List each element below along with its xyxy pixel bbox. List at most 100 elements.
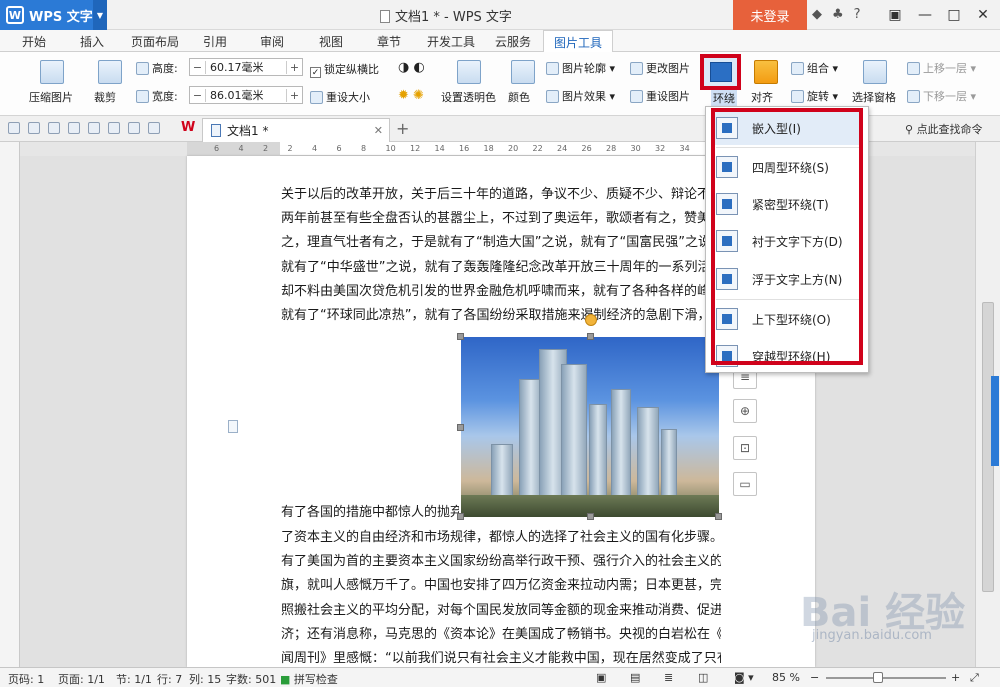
horizontal-ruler[interactable]: 6 4 2 2 4 6 8 10 12 14 16 18 20 22 24 26 28 30 32 34 — [187, 142, 727, 156]
shirt-icon[interactable]: ♣ — [832, 7, 844, 22]
tab-review[interactable]: 审阅 — [260, 33, 284, 50]
zoom-slider[interactable] — [826, 677, 946, 679]
menu-item-behind-text[interactable]: 衬于文字下方(D) — [712, 224, 862, 258]
zoom-out-icon[interactable]: − — [810, 671, 819, 684]
contrast-icons[interactable]: ◑ ◐ — [398, 60, 425, 75]
lock-ratio-checkbox[interactable]: ✓ 锁定纵横比 — [310, 61, 379, 78]
tab-reference[interactable]: 引用 — [203, 33, 227, 50]
document-tab[interactable]: 文档1 * ✕ — [202, 118, 390, 142]
width-decrease[interactable]: − — [190, 88, 206, 102]
maximize-button[interactable]: □ — [939, 0, 969, 30]
tab-cloud[interactable]: 云服务 — [495, 33, 531, 50]
fullscreen-icon[interactable]: ▣ — [596, 671, 606, 684]
chevron-down-icon[interactable]: ▼ — [93, 0, 107, 30]
picture-effect-button[interactable]: 图片效果 ▾ — [546, 88, 615, 104]
zoom-in-icon[interactable]: ⊕ — [733, 399, 757, 423]
width-value[interactable]: 86.01毫米 — [206, 87, 286, 103]
zoom-in-button[interactable]: + — [951, 671, 960, 684]
group-button[interactable]: 组合 ▾ — [791, 60, 838, 76]
width-increase[interactable]: + — [286, 88, 302, 102]
crop-label[interactable]: 裁剪 — [94, 89, 116, 105]
width-field[interactable]: − 86.01毫米 + — [189, 86, 303, 104]
print-preview-icon[interactable] — [48, 122, 60, 134]
tab-page-layout[interactable]: 页面布局 — [131, 33, 179, 50]
export-pdf-icon[interactable] — [88, 122, 100, 134]
minimize-button[interactable]: — — [910, 0, 940, 30]
close-button[interactable]: ✕ — [968, 0, 998, 30]
height-increase[interactable]: + — [286, 60, 302, 74]
resize-handle[interactable] — [587, 333, 594, 340]
restore-icon[interactable]: ▣ — [880, 0, 910, 30]
reading-mode-icon[interactable]: ◙ ▾ — [734, 671, 754, 684]
print-icon[interactable] — [68, 122, 80, 134]
help-icon[interactable]: ? — [854, 7, 861, 22]
menu-item-square[interactable]: 四周型环绕(S) — [712, 150, 862, 184]
selection-pane-icon[interactable] — [863, 60, 887, 84]
text-line-mid[interactable]: 有了各国的措施中都惊人的抛弃 — [281, 501, 459, 525]
tab-view[interactable]: 视图 — [319, 33, 343, 50]
page-view-icon[interactable]: ▤ — [630, 671, 640, 684]
send-backward-button[interactable]: 下移一层 ▾ — [907, 88, 976, 104]
tab-insert[interactable]: 插入 — [80, 33, 104, 50]
resize-handle[interactable] — [457, 424, 464, 431]
text-bottom[interactable]: 了资本主义的自由经济和市场规律，都惊人的选择了社会主义的国有化步骤。就 有了美国… — [281, 526, 721, 671]
resize-handle[interactable] — [715, 513, 722, 520]
compress-picture-icon[interactable] — [40, 60, 64, 84]
resize-handle[interactable] — [587, 513, 594, 520]
undo-icon[interactable] — [108, 122, 120, 134]
outline-view-icon[interactable]: ≣ — [664, 671, 673, 684]
change-picture-button[interactable]: 更改图片 — [630, 60, 690, 76]
customize-icon[interactable] — [148, 122, 160, 134]
rotate-button[interactable]: 旋转 ▾ — [791, 88, 838, 104]
align-label[interactable]: 对齐 — [751, 89, 773, 105]
spell-check-toggle[interactable]: ■ 拼写检查 — [280, 671, 338, 687]
tab-picture-tools[interactable]: 图片工具 — [543, 30, 614, 53]
selection-pane-label[interactable]: 选择窗格 — [852, 89, 896, 105]
status-word-count[interactable]: 字数: 501 — [226, 671, 276, 687]
height-decrease[interactable]: − — [190, 60, 206, 74]
compress-picture-label[interactable]: 压缩图片 — [29, 89, 73, 105]
save-icon[interactable] — [28, 122, 40, 134]
color-icon[interactable] — [511, 60, 535, 84]
crop-icon[interactable] — [98, 60, 122, 84]
menu-item-inline[interactable]: 嵌入型(I) — [712, 111, 862, 145]
find-command-box[interactable]: ⚲ 点此查找命令 — [905, 121, 983, 137]
menu-item-in-front-of-text[interactable]: 浮于文字上方(N) — [712, 262, 862, 296]
skin-icon[interactable]: ◆ — [812, 7, 822, 22]
wps-w-icon[interactable]: W — [181, 120, 195, 135]
reset-picture-button[interactable]: 重设图片 — [630, 88, 690, 104]
wrap-label[interactable]: 环绕 — [711, 90, 737, 106]
text-top[interactable]: 关于以后的改革开放，关于后三十年的道路，争议不少、质疑不少、辩论不少。 两年前甚… — [281, 183, 707, 328]
resize-handle[interactable] — [457, 513, 464, 520]
wrap-button[interactable] — [700, 54, 741, 90]
menu-item-top-bottom[interactable]: 上下型环绕(O) — [712, 302, 862, 336]
menu-item-through[interactable]: 穿越型环绕(H) — [712, 339, 862, 373]
reset-size-button[interactable]: 重设大小 — [310, 89, 370, 105]
set-transparent-label[interactable]: 设置透明色 — [441, 89, 496, 105]
close-tab-icon[interactable]: ✕ — [374, 124, 383, 137]
menu-item-tight[interactable]: 紧密型环绕(T) — [712, 187, 862, 221]
color-label[interactable]: 颜色 — [508, 89, 530, 105]
tab-developer[interactable]: 开发工具 — [427, 33, 475, 50]
fit-page-icon[interactable]: ⤢ — [970, 671, 979, 685]
picture-outline-button[interactable]: 图片轮廓 ▾ — [546, 60, 615, 76]
zoom-slider-knob[interactable] — [873, 672, 883, 683]
height-value[interactable]: 60.17毫米 — [206, 59, 286, 75]
more-options-icon[interactable]: ▭ — [733, 472, 757, 496]
redo-icon[interactable] — [128, 122, 140, 134]
login-button[interactable]: 未登录 — [733, 0, 807, 30]
paragraph-layout-icon[interactable] — [228, 420, 238, 433]
bring-forward-button[interactable]: 上移一层 ▾ — [907, 60, 976, 76]
brightness-icons[interactable]: ✹ ✺ — [398, 88, 424, 103]
zoom-level[interactable]: 85 % — [772, 671, 800, 684]
tab-chapter[interactable]: 章节 — [377, 33, 401, 50]
tab-start[interactable]: 开始 — [22, 33, 46, 50]
height-field[interactable]: − 60.17毫米 + — [189, 58, 303, 76]
web-view-icon[interactable]: ◫ — [698, 671, 708, 684]
resize-handle[interactable] — [457, 333, 464, 340]
rotate-handle[interactable] — [585, 314, 597, 326]
crop-tool-icon[interactable]: ⊡ — [733, 436, 757, 460]
add-tab-icon[interactable]: + — [396, 119, 409, 138]
open-icon[interactable] — [8, 122, 20, 134]
set-transparent-icon[interactable] — [457, 60, 481, 84]
